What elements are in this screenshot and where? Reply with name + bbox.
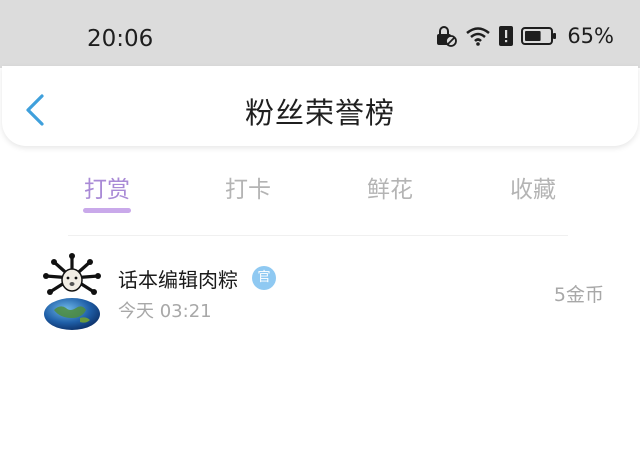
wifi-icon: [465, 25, 491, 47]
timestamp: 今天 03:21: [118, 301, 212, 322]
lock-icon: [435, 25, 458, 47]
tab-flowers[interactable]: 鲜花: [350, 170, 430, 204]
tab-tip[interactable]: 打赏: [67, 170, 147, 204]
status-icons: 65%: [435, 24, 614, 48]
status-time: 20:06: [87, 26, 154, 52]
tab-checkin[interactable]: 打卡: [208, 170, 288, 204]
user-name: 话本编辑肉粽: [118, 268, 238, 292]
list-item[interactable]: 话本编辑肉粽 官 今天 03:21 5金币: [0, 248, 640, 332]
battery-icon: [521, 26, 557, 46]
avatar[interactable]: [40, 252, 104, 330]
tab-favorites[interactable]: 收藏: [493, 170, 573, 204]
divider: [68, 235, 568, 236]
tab-bar: 打赏 打卡 鲜花 收藏: [0, 160, 640, 220]
status-bar: 20:06 65%: [0, 0, 640, 68]
alert-icon: [499, 25, 514, 47]
active-tab-indicator: [83, 208, 131, 213]
header: 粉丝荣誉榜: [2, 66, 638, 146]
page-title: 粉丝荣誉榜: [244, 96, 395, 130]
reward-amount: 5金币: [553, 284, 604, 306]
battery-percent: 65%: [567, 24, 614, 48]
official-badge: 官: [252, 266, 276, 290]
